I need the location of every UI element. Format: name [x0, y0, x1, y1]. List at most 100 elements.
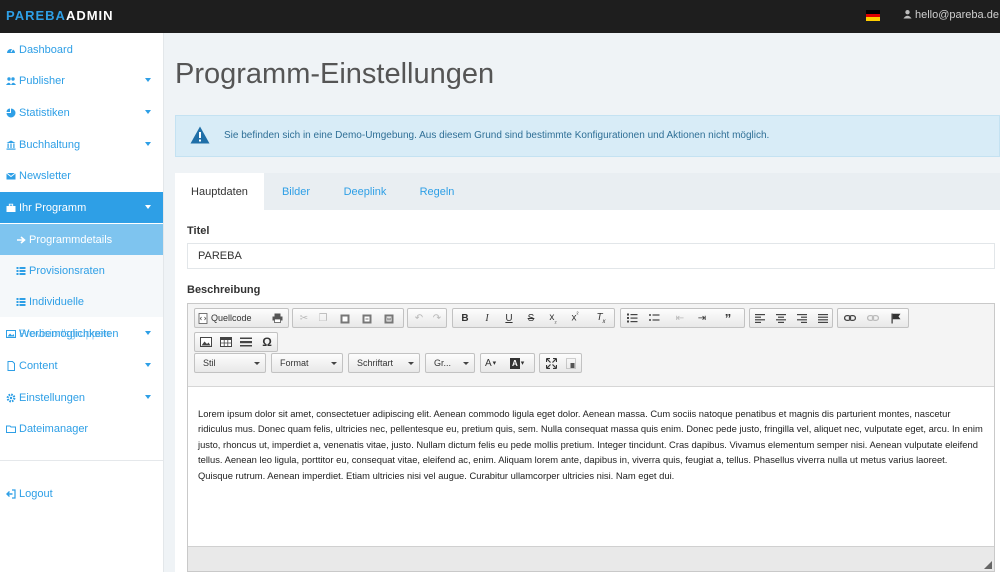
- toolbar-group-history: ↶ ↷: [407, 308, 447, 328]
- underline-button[interactable]: U: [501, 311, 517, 325]
- settings-card: Hauptdaten Bilder Deeplink Regeln Titel …: [175, 173, 1000, 572]
- chevron-down-icon: [145, 78, 151, 82]
- print-icon: [272, 313, 282, 323]
- title-input[interactable]: PAREBA: [187, 243, 995, 269]
- redo-button[interactable]: ↷: [429, 311, 445, 325]
- image-icon: [200, 337, 212, 347]
- dashboard-icon: [7, 47, 15, 53]
- tab-hauptdaten[interactable]: Hauptdaten: [175, 173, 264, 210]
- sidebar-item-label: Buchhaltung: [19, 138, 81, 151]
- align-right-button[interactable]: [794, 311, 810, 325]
- source-code-icon: [198, 312, 208, 324]
- numbered-list-button[interactable]: [624, 311, 640, 325]
- chevron-down-icon: [463, 362, 469, 365]
- cut-button[interactable]: ✂: [296, 311, 312, 325]
- sidebar-item-content[interactable]: Content: [0, 350, 163, 381]
- resize-handle-icon[interactable]: [984, 561, 992, 569]
- maximize-icon: [545, 357, 557, 369]
- bulleted-list-button[interactable]: [646, 311, 662, 325]
- align-justify-icon: [818, 313, 828, 323]
- bold-button[interactable]: B: [457, 311, 473, 325]
- unlink-button[interactable]: [865, 311, 881, 325]
- briefcase-icon: [6, 203, 16, 212]
- chevron-down-icon: [331, 362, 337, 365]
- paste-text-button[interactable]: [359, 311, 375, 325]
- sidebar-item-buchhaltung[interactable]: Buchhaltung: [0, 129, 163, 160]
- sidebar-item-label: Dateimanager: [19, 422, 89, 435]
- font-select[interactable]: Schriftart: [348, 353, 420, 373]
- sidebar-item-newsletter[interactable]: Newsletter: [0, 160, 163, 191]
- undo-button[interactable]: ↶: [411, 311, 427, 325]
- sidebar-item-logout[interactable]: Logout: [0, 478, 163, 509]
- toolbar-group-document: Quellcode: [194, 308, 289, 328]
- align-center-button[interactable]: [773, 311, 789, 325]
- text-color-button[interactable]: A ▾: [485, 356, 496, 370]
- format-select[interactable]: Format: [271, 353, 343, 373]
- special-char-button[interactable]: Ω: [259, 335, 275, 349]
- german-flag-icon[interactable]: [866, 10, 880, 21]
- sidebar-subitem-programmdetails[interactable]: Programmdetails: [0, 224, 163, 255]
- underline-icon: U: [505, 312, 513, 324]
- print-button[interactable]: [269, 311, 285, 325]
- copy-button[interactable]: ❐: [315, 311, 331, 325]
- remove-format-button[interactable]: Tx: [593, 311, 609, 325]
- alert-message: Sie befinden sich in eine Demo-Umgebung.…: [224, 130, 770, 141]
- tab-deeplink[interactable]: Deeplink: [328, 173, 402, 210]
- indent-button[interactable]: ⇥: [694, 311, 710, 325]
- rich-text-editor: Quellcode ✂ ❐ ↶ ↷ B I U S x₂ x² Tx ⇤ ⇥ ”…: [187, 303, 995, 572]
- paste-button[interactable]: [337, 311, 353, 325]
- show-blocks-button[interactable]: [563, 356, 579, 370]
- sidebar-subitem-provisionsraten[interactable]: Provisionsraten: [0, 255, 163, 286]
- list-icon: [16, 266, 26, 275]
- brand-logo[interactable]: PAREBAADMIN: [6, 8, 114, 23]
- user-menu[interactable]: hello@pareba.de: [903, 9, 999, 21]
- paste-word-button[interactable]: [381, 311, 397, 325]
- sidebar-item-label: Individuelle: [29, 295, 85, 308]
- toolbar-group-paragraph: ⇤ ⇥ ”: [620, 308, 745, 328]
- brand-name-part1: PAREBA: [6, 8, 66, 23]
- chevron-down-icon: [254, 362, 260, 365]
- tab-bilder[interactable]: Bilder: [264, 173, 328, 210]
- editor-content[interactable]: Lorem ipsum dolor sit amet, consectetuer…: [188, 386, 994, 546]
- brand-name-part2: ADMIN: [65, 8, 114, 23]
- sidebar-item-dashboard[interactable]: Dashboard: [0, 34, 163, 65]
- link-button[interactable]: [842, 311, 858, 325]
- align-left-icon: [755, 313, 765, 323]
- style-select[interactable]: Stil: [194, 353, 266, 373]
- sidebar-item-publisher[interactable]: Publisher: [0, 65, 163, 96]
- background-color-button[interactable]: A ▾: [510, 356, 524, 370]
- italic-button[interactable]: I: [479, 311, 495, 325]
- chevron-down-icon: [145, 142, 151, 146]
- sidebar-item-ihr-programm[interactable]: Ihr Programm: [0, 192, 163, 223]
- toolbar-group-insert: Ω: [194, 332, 278, 352]
- logout-icon: [6, 488, 16, 499]
- subscript-button[interactable]: x₂: [545, 311, 561, 325]
- sidebar-item-werbemoeglichkeiten[interactable]: Werbemöglichkeiten Provisionsgruppen: [0, 318, 163, 349]
- table-button[interactable]: [218, 335, 234, 349]
- anchor-button[interactable]: [888, 311, 904, 325]
- maximize-button[interactable]: [543, 356, 559, 370]
- font-size-select[interactable]: Gr...: [425, 353, 475, 373]
- table-icon: [220, 337, 232, 347]
- sidebar-subitem-individuelle[interactable]: Individuelle: [0, 286, 163, 317]
- sidebar-item-dateimanager[interactable]: Dateimanager: [0, 413, 163, 444]
- bold-icon: B: [461, 312, 469, 324]
- sidebar-item-einstellungen[interactable]: Einstellungen: [0, 382, 163, 413]
- link-icon: [844, 314, 856, 322]
- paste-word-icon: [384, 314, 394, 323]
- chevron-down-icon: [408, 362, 414, 365]
- sidebar-item-statistiken[interactable]: Statistiken: [0, 97, 163, 128]
- horizontal-line-button[interactable]: [238, 335, 254, 349]
- superscript-button[interactable]: x²: [567, 311, 583, 325]
- text-color-icon: A: [485, 357, 492, 369]
- source-button[interactable]: Quellcode: [198, 311, 252, 325]
- outdent-button[interactable]: ⇤: [672, 311, 688, 325]
- blockquote-button[interactable]: ”: [720, 311, 736, 326]
- align-justify-button[interactable]: [815, 311, 831, 325]
- align-left-button[interactable]: [752, 311, 768, 325]
- toolbar-group-align: [749, 308, 833, 328]
- strike-button[interactable]: S: [523, 311, 539, 325]
- sidebar-item-label: Programmdetails: [29, 233, 113, 246]
- tab-regeln[interactable]: Regeln: [402, 173, 472, 210]
- image-button[interactable]: [198, 335, 214, 349]
